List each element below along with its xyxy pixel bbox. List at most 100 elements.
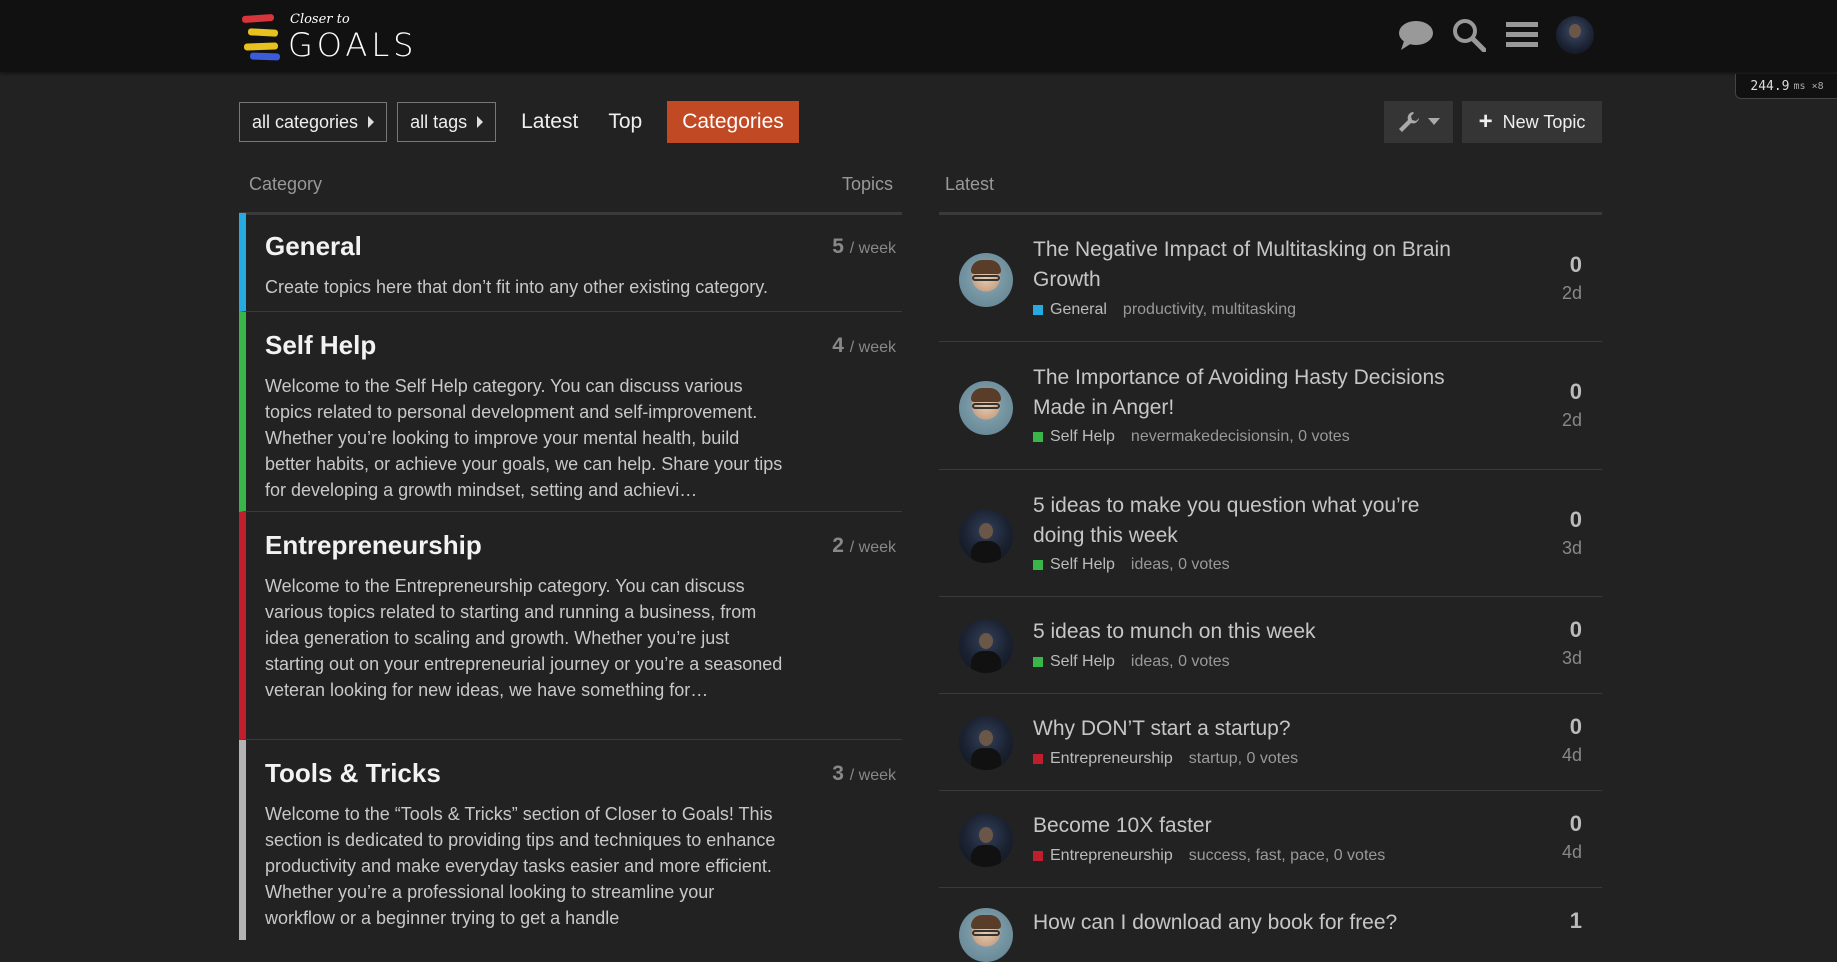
topic-row[interactable]: Become 10X faster Entrepreneurship succe…	[939, 791, 1602, 888]
topic-title[interactable]: 5 ideas to munch on this week	[1033, 617, 1453, 647]
rate-unit: / week	[849, 240, 896, 257]
performance-badge[interactable]: 244.9 ms ×8	[1735, 74, 1837, 99]
topic-category[interactable]: Self Help	[1050, 653, 1115, 671]
topic-title[interactable]: Become 10X faster	[1033, 811, 1453, 841]
tags-dropdown-label: all tags	[410, 111, 468, 132]
chat-icon[interactable]	[1397, 16, 1435, 54]
topic-author-avatar[interactable]	[959, 619, 1013, 673]
topic-age[interactable]: 3d	[1562, 648, 1582, 669]
column-header-topics: Topics	[842, 174, 894, 194]
nav-row: all categories all tags Latest Top Categ…	[239, 101, 799, 143]
category-color-square	[1033, 657, 1043, 667]
tags-dropdown[interactable]: all tags	[397, 102, 497, 142]
category-color-square	[1033, 851, 1043, 861]
caret-right-icon	[477, 116, 484, 128]
topic-reply-count: 1	[1569, 908, 1582, 933]
topic-category[interactable]: Entrepreneurship	[1050, 750, 1173, 768]
topic-meta: Entrepreneurship startup, 0 votes	[1033, 750, 1298, 768]
new-topic-button[interactable]: + New Topic	[1462, 101, 1602, 143]
topic-title[interactable]: 5 ideas to make you question what you’re…	[1033, 491, 1453, 551]
caret-right-icon	[368, 116, 375, 128]
category-description: Welcome to the “Tools & Tricks” section …	[265, 804, 776, 928]
site-logo[interactable]: Closer to GOALS	[240, 12, 413, 64]
topic-age[interactable]: 2d	[1562, 283, 1582, 304]
plus-icon: +	[1478, 108, 1493, 135]
column-header-latest: Latest	[945, 174, 995, 194]
topic-category[interactable]: Entrepreneurship	[1050, 847, 1173, 865]
topic-reply-count: 0	[1569, 379, 1582, 404]
rate-unit: / week	[849, 767, 896, 784]
logo-stripe-yellow	[247, 28, 279, 37]
topic-row[interactable]: The Importance of Avoiding Hasty Decisio…	[939, 342, 1602, 470]
hamburger-menu-icon[interactable]	[1503, 16, 1541, 54]
topic-row[interactable]: Why DON’T start a startup? Entrepreneurs…	[939, 694, 1602, 791]
categories-dropdown-label: all categories	[252, 111, 359, 132]
topic-tags[interactable]: success, fast, pace, 0 votes	[1189, 847, 1386, 865]
perf-unit: ms ×8	[1793, 80, 1824, 92]
topic-meta: Self Help ideas, 0 votes	[1033, 653, 1230, 671]
topic-row[interactable]: How can I download any book for free? 1	[939, 888, 1602, 962]
topic-tags[interactable]: productivity, multitasking	[1123, 301, 1296, 319]
topic-tags[interactable]: ideas, 0 votes	[1131, 653, 1230, 671]
nav-top[interactable]: Top	[593, 101, 657, 143]
topic-tags[interactable]: startup, 0 votes	[1189, 750, 1298, 768]
wrench-icon	[1398, 112, 1419, 132]
topic-reply-count: 0	[1569, 252, 1582, 277]
category-description: Welcome to the Self Help category. You c…	[265, 376, 783, 500]
category-name[interactable]: Tools & Tricks	[265, 758, 902, 789]
topic-title[interactable]: Why DON’T start a startup?	[1033, 714, 1453, 744]
category-topic-rate: 5 / week	[832, 235, 896, 259]
category-color-square	[1033, 754, 1043, 764]
topic-age[interactable]: 2d	[1562, 410, 1582, 431]
topic-author-avatar[interactable]	[959, 253, 1013, 307]
topic-row[interactable]: 5 ideas to make you question what you’re…	[939, 470, 1602, 597]
topic-row[interactable]: The Negative Impact of Multitasking on B…	[939, 213, 1602, 342]
chevron-down-icon	[1427, 118, 1440, 125]
category-row-tools-tricks[interactable]: Tools & Tricks Welcome to the “Tools & T…	[239, 740, 902, 940]
topic-title[interactable]: The Negative Impact of Multitasking on B…	[1033, 235, 1453, 295]
user-avatar[interactable]	[1556, 16, 1594, 54]
topic-category[interactable]: Self Help	[1050, 556, 1115, 574]
topic-age[interactable]: 4d	[1562, 745, 1582, 766]
topic-author-avatar[interactable]	[959, 716, 1013, 770]
topic-author-avatar[interactable]	[959, 908, 1013, 962]
logo-stripe-red	[241, 13, 275, 24]
category-row-entrepreneurship[interactable]: Entrepreneurship Welcome to the Entrepre…	[239, 512, 902, 740]
perf-value: 244.9	[1750, 78, 1790, 94]
logo-small-text: Closer to	[290, 12, 350, 27]
nav-latest[interactable]: Latest	[506, 101, 593, 143]
category-row-general[interactable]: General Create topics here that don’t fi…	[239, 213, 902, 312]
search-icon[interactable]	[1450, 16, 1488, 54]
admin-wrench-button[interactable]	[1384, 101, 1453, 143]
topic-tags[interactable]: ideas, 0 votes	[1131, 556, 1230, 574]
category-name[interactable]: General	[265, 231, 902, 262]
category-name[interactable]: Self Help	[265, 330, 902, 361]
topic-title[interactable]: The Importance of Avoiding Hasty Decisio…	[1033, 363, 1453, 423]
nav-categories[interactable]: Categories	[667, 101, 799, 143]
logo-big-text: GOALS	[288, 26, 418, 64]
category-topic-rate: 3 / week	[832, 762, 896, 786]
topic-meta: Self Help ideas, 0 votes	[1033, 556, 1230, 574]
rate-count: 2	[832, 534, 844, 557]
categories-dropdown[interactable]: all categories	[239, 102, 388, 142]
topic-category[interactable]: General	[1050, 301, 1107, 319]
category-row-self-help[interactable]: Self Help Welcome to the Self Help categ…	[239, 312, 902, 512]
latest-topic-list: The Negative Impact of Multitasking on B…	[939, 213, 1602, 962]
category-topic-rate: 4 / week	[832, 334, 896, 358]
topic-age[interactable]: 3d	[1562, 538, 1582, 559]
topic-age[interactable]: 4d	[1562, 842, 1582, 863]
category-name[interactable]: Entrepreneurship	[265, 530, 902, 561]
topic-author-avatar[interactable]	[959, 381, 1013, 435]
topic-title[interactable]: How can I download any book for free?	[1033, 908, 1453, 938]
topic-reply-count: 0	[1569, 811, 1582, 836]
topic-row[interactable]: 5 ideas to munch on this week Self Help …	[939, 597, 1602, 694]
rate-count: 4	[832, 334, 844, 357]
topic-author-avatar[interactable]	[959, 813, 1013, 867]
topic-category[interactable]: Self Help	[1050, 428, 1115, 446]
topic-reply-count: 0	[1569, 714, 1582, 739]
topic-author-avatar[interactable]	[959, 509, 1013, 563]
topic-tags[interactable]: nevermakedecisionsin, 0 votes	[1131, 428, 1350, 446]
new-topic-label: New Topic	[1502, 111, 1586, 132]
category-color-square	[1033, 305, 1043, 315]
rate-unit: / week	[849, 539, 896, 556]
